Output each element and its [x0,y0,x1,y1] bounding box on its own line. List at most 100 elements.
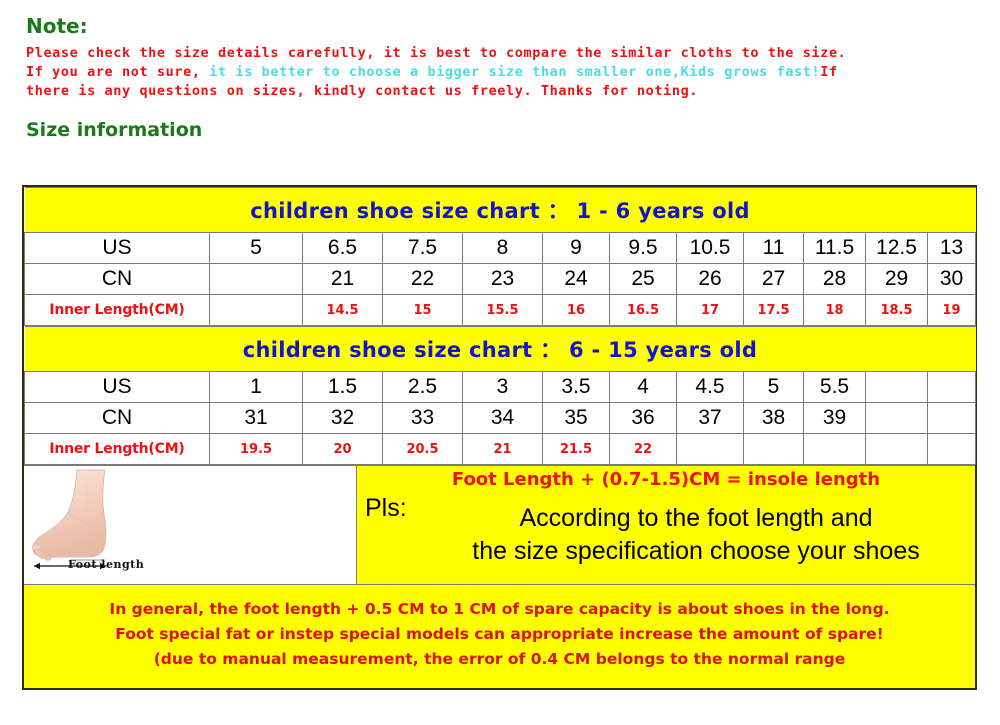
cell-us-6: 9.5 [609,232,677,264]
insole-formula-text: Foot Length + (0.7-1.5)CM = insole lengt… [451,469,881,490]
cell-us-11: 13 [926,232,977,264]
pls-label: Pls: [365,494,407,522]
cell-cn-3: 33 [382,402,463,434]
cell-cn-5: 35 [542,402,610,434]
table-row: CN 21 22 23 24 25 26 27 28 29 30 [24,263,977,295]
note-title: Note: [26,14,88,38]
note-line-2-red-start: If you are not sure, [26,64,201,80]
note-line-2-cyan: it is better to choose a bigger size tha… [200,64,821,80]
cell-us-4: 3 [462,371,543,403]
cell-inner-5: 16 [542,294,610,326]
cell-us-9: 11.5 [803,232,866,264]
cell-inner-4: 15.5 [462,294,543,326]
row-label-us: US [24,371,210,403]
pls-line-2: the size specification choose your shoes [472,537,920,565]
cell-cn-1: 31 [209,402,303,434]
cell-inner-7 [676,433,744,465]
table-1-band-title: children shoe size chart ： 1 - 6 years o… [24,187,976,233]
cell-cn-4: 34 [462,402,543,434]
cell-cn-9: 28 [803,263,866,295]
cell-us-1: 1 [209,371,303,403]
cell-inner-3: 15 [382,294,463,326]
cell-inner-6: 16.5 [609,294,677,326]
cell-inner-10 [865,433,928,465]
cell-cn-4: 23 [462,263,543,295]
table-band-row: children shoe size chart ： 1 - 6 years o… [24,187,976,233]
bottom-note-line-3: (due to manual measurement, the error of… [153,650,846,668]
cell-us-5: 3.5 [542,371,610,403]
cell-us-9: 5.5 [803,371,866,403]
cell-cn-8: 38 [743,402,804,434]
row-label-inner-length: Inner Length(CM) [24,433,210,465]
row-label-cn: CN [24,263,210,295]
bottom-note-block: In general, the foot length + 0.5 CM to … [24,584,975,688]
cell-cn-10 [865,402,928,434]
cell-cn-6: 36 [609,402,677,434]
cell-inner-4: 21 [462,433,543,465]
table-row: Inner Length(CM) 19.5 20 20.5 21 21.5 22 [24,433,976,465]
cell-us-3: 2.5 [382,371,463,403]
row-label-inner-length: Inner Length(CM) [24,294,210,326]
bottom-note-line-1: In general, the foot length + 0.5 CM to … [109,600,890,618]
cell-cn-6: 25 [609,263,677,295]
cell-inner-11: 19 [926,294,977,326]
cell-us-11 [927,371,976,403]
size-table-1: children shoe size chart ： 1 - 6 years o… [24,187,977,326]
cell-inner-6: 22 [609,433,677,465]
cell-cn-3: 22 [382,263,463,295]
cell-cn-8: 27 [743,263,804,295]
cell-inner-1 [209,294,303,326]
cell-us-6: 4 [609,371,677,403]
table-band-row: children shoe size chart ： 6 - 15 years … [24,326,976,372]
size-table-2: children shoe size chart ： 6 - 15 years … [24,326,976,465]
size-information-heading: Size information [26,119,203,141]
cell-inner-7: 17 [676,294,744,326]
cell-cn-7: 37 [676,402,744,434]
table-row: US 5 6.5 7.5 8 9 9.5 10.5 11 11.5 12.5 1… [24,232,977,264]
note-line-1: Please check the size details carefully,… [26,45,847,61]
cell-cn-11: 30 [926,263,977,295]
table-row: CN 31 32 33 34 35 36 37 38 39 [24,402,976,434]
cell-us-8: 11 [743,232,804,264]
cell-cn-2: 21 [302,263,383,295]
cell-cn-5: 24 [542,263,610,295]
cell-us-8: 5 [743,371,804,403]
cell-us-10 [865,371,928,403]
note-body: Please check the size details carefully,… [26,44,1000,101]
cell-cn-7: 26 [676,263,744,295]
note-block: Note: Please check the size details care… [0,0,1000,101]
table-row: Inner Length(CM) 14.5 15 15.5 16 16.5 17… [24,294,977,326]
cell-us-3: 7.5 [382,232,463,264]
cell-cn-11 [927,402,976,434]
cell-cn-1 [209,263,303,295]
cell-inner-1: 19.5 [209,433,303,465]
foot-measurement-section: Foot length Foot Length + (0.7-1.5)CM = … [24,465,975,584]
cell-inner-9: 18 [803,294,866,326]
table-2-band-title: children shoe size chart ： 6 - 15 years … [24,326,976,372]
cell-us-7: 10.5 [676,232,744,264]
cell-cn-10: 29 [865,263,928,295]
note-line-2: If you are not sure, it is better to cho… [26,63,1000,82]
cell-us-10: 12.5 [865,232,928,264]
note-line-2-red-end: If [820,64,838,80]
cell-us-7: 4.5 [676,371,744,403]
cell-cn-2: 32 [302,402,383,434]
pls-line-1: According to the foot length and [519,504,873,532]
cell-inner-8: 17.5 [743,294,804,326]
cell-inner-8 [743,433,804,465]
cell-inner-2: 20 [302,433,383,465]
cell-us-4: 8 [462,232,543,264]
size-chart-container: children shoe size chart ： 1 - 6 years o… [22,185,977,690]
cell-inner-5: 21.5 [542,433,610,465]
cell-inner-2: 14.5 [302,294,383,326]
bottom-note-line-2: Foot special fat or instep special model… [115,625,884,643]
cell-us-2: 6.5 [302,232,383,264]
cell-inner-11 [927,433,976,465]
note-line-3: there is any questions on sizes, kindly … [26,83,699,99]
cell-us-5: 9 [542,232,610,264]
cell-us-2: 1.5 [302,371,383,403]
cell-inner-10: 18.5 [865,294,928,326]
foot-image-cell: Foot length [24,466,357,584]
cell-inner-9 [803,433,866,465]
pls-instruction-cell: Foot Length + (0.7-1.5)CM = insole lengt… [357,466,975,584]
